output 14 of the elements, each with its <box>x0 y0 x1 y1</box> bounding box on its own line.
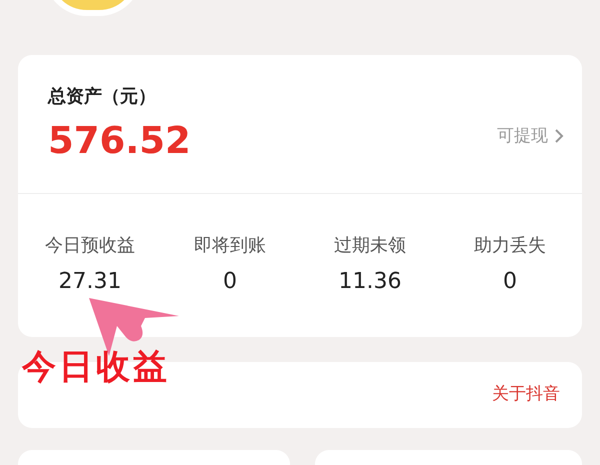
stat-label: 即将到账 <box>194 234 266 258</box>
stat-value: 0 <box>223 268 237 296</box>
assets-amount: 576.52 <box>48 119 191 163</box>
stat-label: 过期未领 <box>334 234 406 258</box>
stat-value: 27.31 <box>58 268 122 296</box>
annotation-text: 今日收益 <box>22 347 170 387</box>
stat-label: 助力丢失 <box>474 234 546 258</box>
about-link[interactable]: 关于抖音 <box>492 382 560 408</box>
stat-label: 今日预收益 <box>45 234 135 258</box>
stat-value: 11.36 <box>338 268 402 296</box>
withdraw-link[interactable]: 可提现 <box>497 124 564 149</box>
assets-title: 总资产（元） <box>48 85 157 109</box>
stat-value: 0 <box>503 268 517 296</box>
chevron-right-icon <box>554 128 564 144</box>
